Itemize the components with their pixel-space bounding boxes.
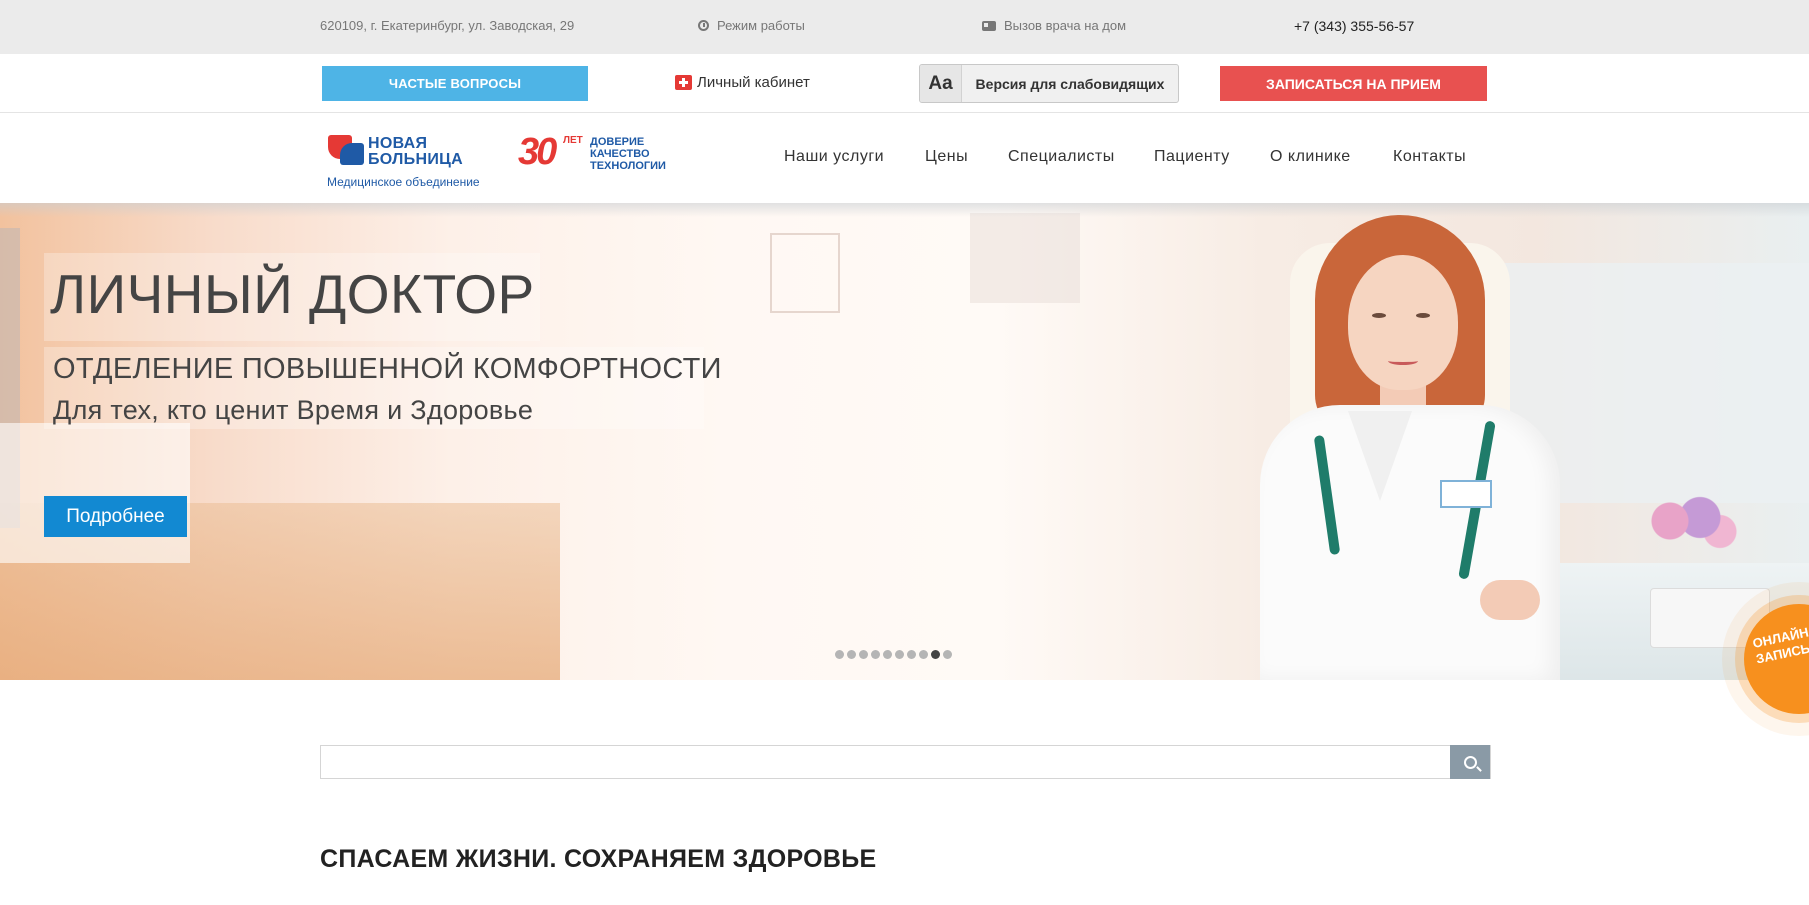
hero-tagline: Для тех, кто ценит Время и Здоровье bbox=[53, 395, 534, 425]
nav-item-services[interactable]: Наши услуги bbox=[784, 148, 884, 166]
phone-number: +7 (343) 355-56-57 bbox=[1294, 18, 1415, 34]
font-size-icon: Aa bbox=[920, 65, 962, 102]
faq-button[interactable]: ЧАСТЫЕ ВОПРОСЫ bbox=[322, 66, 588, 101]
low-vision-label: Версия для слабовидящих bbox=[975, 75, 1165, 92]
slider-dot[interactable] bbox=[859, 650, 868, 659]
section-title: СПАСАЕМ ЖИЗНИ. СОХРАНЯЕМ ЗДОРОВЬЕ bbox=[320, 845, 877, 873]
nav-item-contacts[interactable]: Контакты bbox=[1393, 148, 1466, 166]
logo-subtitle: Медицинское объединение bbox=[327, 175, 480, 189]
nav-item-prices[interactable]: Цены bbox=[925, 148, 968, 166]
medical-kit-icon bbox=[675, 75, 692, 90]
doctor-photo bbox=[1240, 215, 1600, 680]
working-hours-label: Режим работы bbox=[717, 18, 805, 33]
flowers-decoration bbox=[1640, 493, 1740, 563]
slider-dot[interactable] bbox=[871, 650, 880, 659]
slider-dots bbox=[835, 650, 952, 660]
low-vision-version-button[interactable]: Aa Версия для слабовидящих bbox=[919, 64, 1179, 103]
slider-dot[interactable] bbox=[931, 650, 940, 659]
main-nav: Наши услуги Цены Специалисты Пациенту О … bbox=[0, 148, 1809, 170]
clock-icon bbox=[698, 20, 709, 31]
clinic-address: 620109, г. Екатеринбург, ул. Заводская, … bbox=[320, 18, 574, 33]
slider-dot[interactable] bbox=[883, 650, 892, 659]
slider-dot[interactable] bbox=[943, 650, 952, 659]
ambulance-icon bbox=[982, 20, 996, 31]
home-visit-link[interactable]: Вызов врача на дом bbox=[982, 18, 1126, 33]
appointment-signup-button[interactable]: ЗАПИСАТЬСЯ НА ПРИЕМ bbox=[1220, 66, 1487, 101]
search-button[interactable] bbox=[1450, 745, 1490, 779]
hero-slider[interactable]: ЛИЧНЫЙ ДОКТОР ОТДЕЛЕНИЕ ПОВЫШЕННОЙ КОМФО… bbox=[0, 203, 1809, 680]
anniversary-word: ДОВЕРИЕ bbox=[590, 136, 645, 148]
site-header: НОВАЯ БОЛЬНИЦА Медицинское объединение 3… bbox=[0, 114, 1809, 203]
phone-link[interactable]: +7 (343) 355-56-57 bbox=[1294, 18, 1414, 34]
working-hours-link[interactable]: Режим работы bbox=[698, 18, 805, 33]
nav-item-about[interactable]: О клинике bbox=[1270, 148, 1351, 166]
more-button[interactable]: Подробнее bbox=[44, 496, 187, 537]
slider-dot[interactable] bbox=[835, 650, 844, 659]
personal-cabinet-label: Личный кабинет bbox=[697, 74, 810, 91]
hero-subtitle: ОТДЕЛЕНИЕ ПОВЫШЕННОЙ КОМФОРТНОСТИ bbox=[53, 353, 722, 385]
nav-item-specialists[interactable]: Специалисты bbox=[1008, 148, 1115, 166]
slider-dot[interactable] bbox=[895, 650, 904, 659]
action-bar: ЧАСТЫЕ ВОПРОСЫ Личный кабинет Aa Версия … bbox=[0, 54, 1809, 113]
hero-title: ЛИЧНЫЙ ДОКТОР bbox=[50, 263, 535, 325]
personal-cabinet-link[interactable]: Личный кабинет bbox=[675, 74, 810, 91]
slider-dot[interactable] bbox=[847, 650, 856, 659]
top-info-bar: 620109, г. Екатеринбург, ул. Заводская, … bbox=[0, 0, 1809, 54]
nav-item-patients[interactable]: Пациенту bbox=[1154, 148, 1230, 166]
site-search bbox=[320, 745, 1491, 779]
home-visit-label: Вызов врача на дом bbox=[1004, 18, 1127, 33]
search-input[interactable] bbox=[321, 746, 1451, 778]
slider-dot[interactable] bbox=[919, 650, 928, 659]
address-text: 620109, г. Екатеринбург, ул. Заводская, … bbox=[320, 18, 575, 33]
slider-dot[interactable] bbox=[907, 650, 916, 659]
anniversary-years-label: ЛЕТ bbox=[563, 135, 583, 146]
search-icon bbox=[1463, 755, 1477, 769]
